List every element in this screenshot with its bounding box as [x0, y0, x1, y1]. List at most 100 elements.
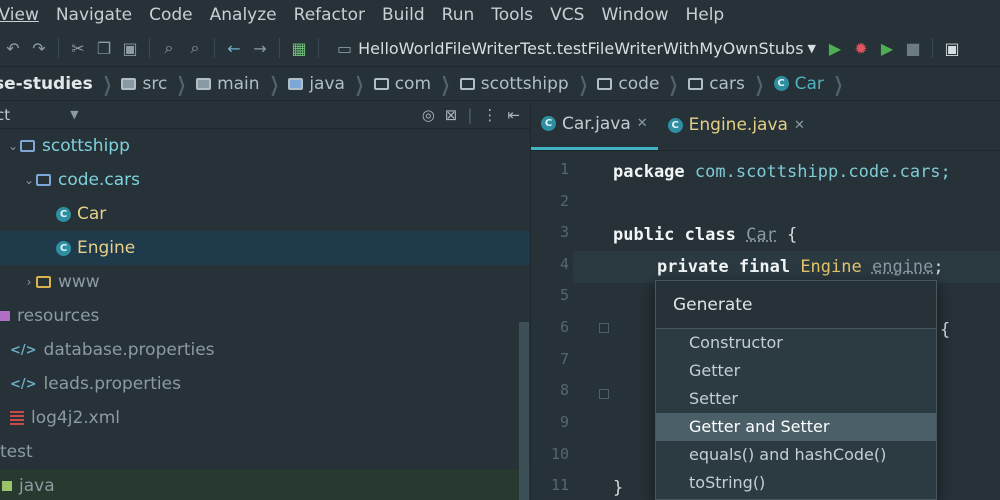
- close-icon[interactable]: ✕: [794, 118, 805, 133]
- tree-item-leads-properties[interactable]: </> leads.properties: [0, 367, 530, 401]
- paste-icon[interactable]: ▣: [117, 39, 143, 58]
- tree-item-java[interactable]: java: [0, 469, 530, 500]
- more-options-icon[interactable]: ⋮: [482, 106, 497, 124]
- tree-item-label: leads.properties: [43, 374, 181, 394]
- package-folder-icon: [36, 174, 51, 186]
- breadcrumb-project-label: se-studies: [0, 73, 93, 94]
- tree-item-label: www: [58, 272, 100, 292]
- menu-help[interactable]: Help: [677, 5, 733, 25]
- line-number: 7: [559, 350, 569, 368]
- find-icon[interactable]: ⌕: [156, 38, 182, 58]
- tab-label: Engine.java: [688, 115, 788, 135]
- tree-item-log4j2-xml[interactable]: log4j2.xml: [0, 401, 530, 435]
- tree-item-engine[interactable]: C Engine: [0, 231, 530, 265]
- undo-icon[interactable]: ↶: [0, 39, 26, 58]
- menu-navigate[interactable]: Navigate: [47, 5, 140, 25]
- tree-item-code-cars[interactable]: ⌄ code.cars: [0, 163, 530, 197]
- chevron-right-icon: ❯: [177, 71, 187, 96]
- project-panel: ct ▼ ◎ ⊠ | ⋮ ⇤ ⌄ scottshipp ⌄ code.cars …: [0, 101, 530, 500]
- cut-icon[interactable]: ✂: [65, 39, 91, 58]
- chevron-down-icon[interactable]: ▼: [70, 108, 78, 121]
- menu-analyze[interactable]: Analyze: [201, 5, 285, 25]
- code-line-3: public class Car {: [613, 219, 797, 251]
- debug-icon[interactable]: ✹: [848, 39, 874, 58]
- source-folder-icon: [288, 77, 304, 90]
- run-icon[interactable]: ▶: [822, 39, 848, 58]
- project-structure-icon[interactable]: ▣: [939, 39, 965, 58]
- chevron-down-icon: ▼: [807, 41, 816, 55]
- menu-code[interactable]: Code: [141, 5, 202, 25]
- generate-equals-hashcode[interactable]: equals() and hashCode(): [656, 441, 936, 469]
- run-configuration-select[interactable]: ▭ HelloWorldFileWriterTest.testFileWrite…: [331, 35, 822, 61]
- chevron-down-icon[interactable]: ⌄: [22, 173, 36, 187]
- code-line-4: private final Engine engine;: [657, 251, 944, 283]
- menu-build[interactable]: Build: [373, 5, 433, 25]
- line-number: 5: [559, 286, 569, 304]
- breadcrumb-project[interactable]: se-studies ❯: [0, 72, 121, 96]
- replace-icon[interactable]: ⌕: [182, 38, 208, 58]
- breadcrumb-com[interactable]: com ❯: [373, 72, 460, 96]
- line-number: 4: [559, 255, 569, 273]
- breadcrumb-code[interactable]: code ❯: [597, 72, 688, 96]
- tree-item-www[interactable]: › www: [0, 265, 530, 299]
- brace: }: [613, 478, 624, 498]
- fold-marker-icon[interactable]: [599, 389, 609, 399]
- test-folder-icon: [2, 481, 12, 491]
- package-icon: [36, 276, 51, 288]
- class-name: Car: [746, 225, 777, 245]
- chevron-down-icon[interactable]: ⌄: [6, 139, 20, 153]
- menu-view[interactable]: View: [0, 5, 47, 25]
- scroll-from-source-icon[interactable]: ◎: [422, 106, 435, 124]
- project-scrollbar[interactable]: [519, 322, 529, 500]
- chevron-right-icon: ❯: [102, 71, 112, 96]
- keyword: private final: [657, 257, 791, 277]
- fold-marker-icon[interactable]: [599, 323, 609, 333]
- run-with-coverage-icon[interactable]: ▶: [874, 39, 900, 58]
- copy-icon[interactable]: ❐: [91, 39, 117, 58]
- breadcrumb-main[interactable]: main ❯: [196, 72, 288, 96]
- tab-engine-java[interactable]: C Engine.java ✕: [658, 100, 815, 150]
- generate-getter[interactable]: Getter: [656, 357, 936, 385]
- forward-icon[interactable]: →: [247, 39, 273, 58]
- xml-file-icon: [10, 411, 24, 425]
- breadcrumb-scottshipp[interactable]: scottshipp ❯: [459, 72, 598, 96]
- tree-item-label: code.cars: [58, 170, 141, 190]
- project-view-selector[interactable]: ct: [0, 106, 10, 124]
- generate-getter-and-setter[interactable]: Getter and Setter: [656, 413, 936, 441]
- class-icon: C: [56, 240, 71, 256]
- tree-item-label: log4j2.xml: [31, 408, 121, 428]
- menu-tools[interactable]: Tools: [483, 5, 542, 25]
- menu-refactor[interactable]: Refactor: [285, 5, 373, 25]
- toolbar-divider: [214, 38, 215, 58]
- back-icon[interactable]: ←: [221, 39, 247, 58]
- generate-tostring[interactable]: toString(): [656, 469, 936, 497]
- chevron-right-icon: ❯: [754, 71, 764, 96]
- menu-vcs[interactable]: VCS: [542, 5, 593, 25]
- tree-item-scottshipp[interactable]: ⌄ scottshipp: [0, 129, 530, 163]
- breadcrumb-src[interactable]: src ❯: [121, 72, 196, 96]
- breadcrumb-java[interactable]: java ❯: [288, 72, 373, 96]
- breadcrumb-car[interactable]: C Car ❯: [773, 72, 853, 96]
- stop-icon[interactable]: ■: [900, 39, 926, 58]
- chevron-right-icon: ❯: [269, 71, 279, 96]
- breadcrumb-cars[interactable]: cars ❯: [688, 72, 773, 96]
- collapse-all-icon[interactable]: ⊠: [445, 106, 458, 124]
- folder-icon: [196, 77, 212, 90]
- tab-car-java[interactable]: C Car.java ✕: [531, 100, 658, 150]
- chevron-right-icon[interactable]: ›: [22, 275, 36, 289]
- menu-run[interactable]: Run: [433, 5, 483, 25]
- tree-item-resources[interactable]: resources: [0, 299, 530, 333]
- hide-panel-icon[interactable]: ⇤: [507, 106, 520, 124]
- tree-item-car[interactable]: C Car: [0, 197, 530, 231]
- generate-constructor[interactable]: Constructor: [656, 329, 936, 357]
- tree-item-database-properties[interactable]: </> database.properties: [0, 333, 530, 367]
- redo-icon[interactable]: ↷: [26, 39, 52, 58]
- line-number: 8: [559, 381, 569, 399]
- build-icon[interactable]: ▦: [286, 39, 312, 58]
- menu-window[interactable]: Window: [593, 5, 677, 25]
- line-number: 2: [559, 192, 569, 210]
- toolbar-divider: [932, 38, 933, 58]
- close-icon[interactable]: ✕: [637, 116, 648, 131]
- tree-item-test[interactable]: test: [0, 435, 530, 469]
- generate-setter[interactable]: Setter: [656, 385, 936, 413]
